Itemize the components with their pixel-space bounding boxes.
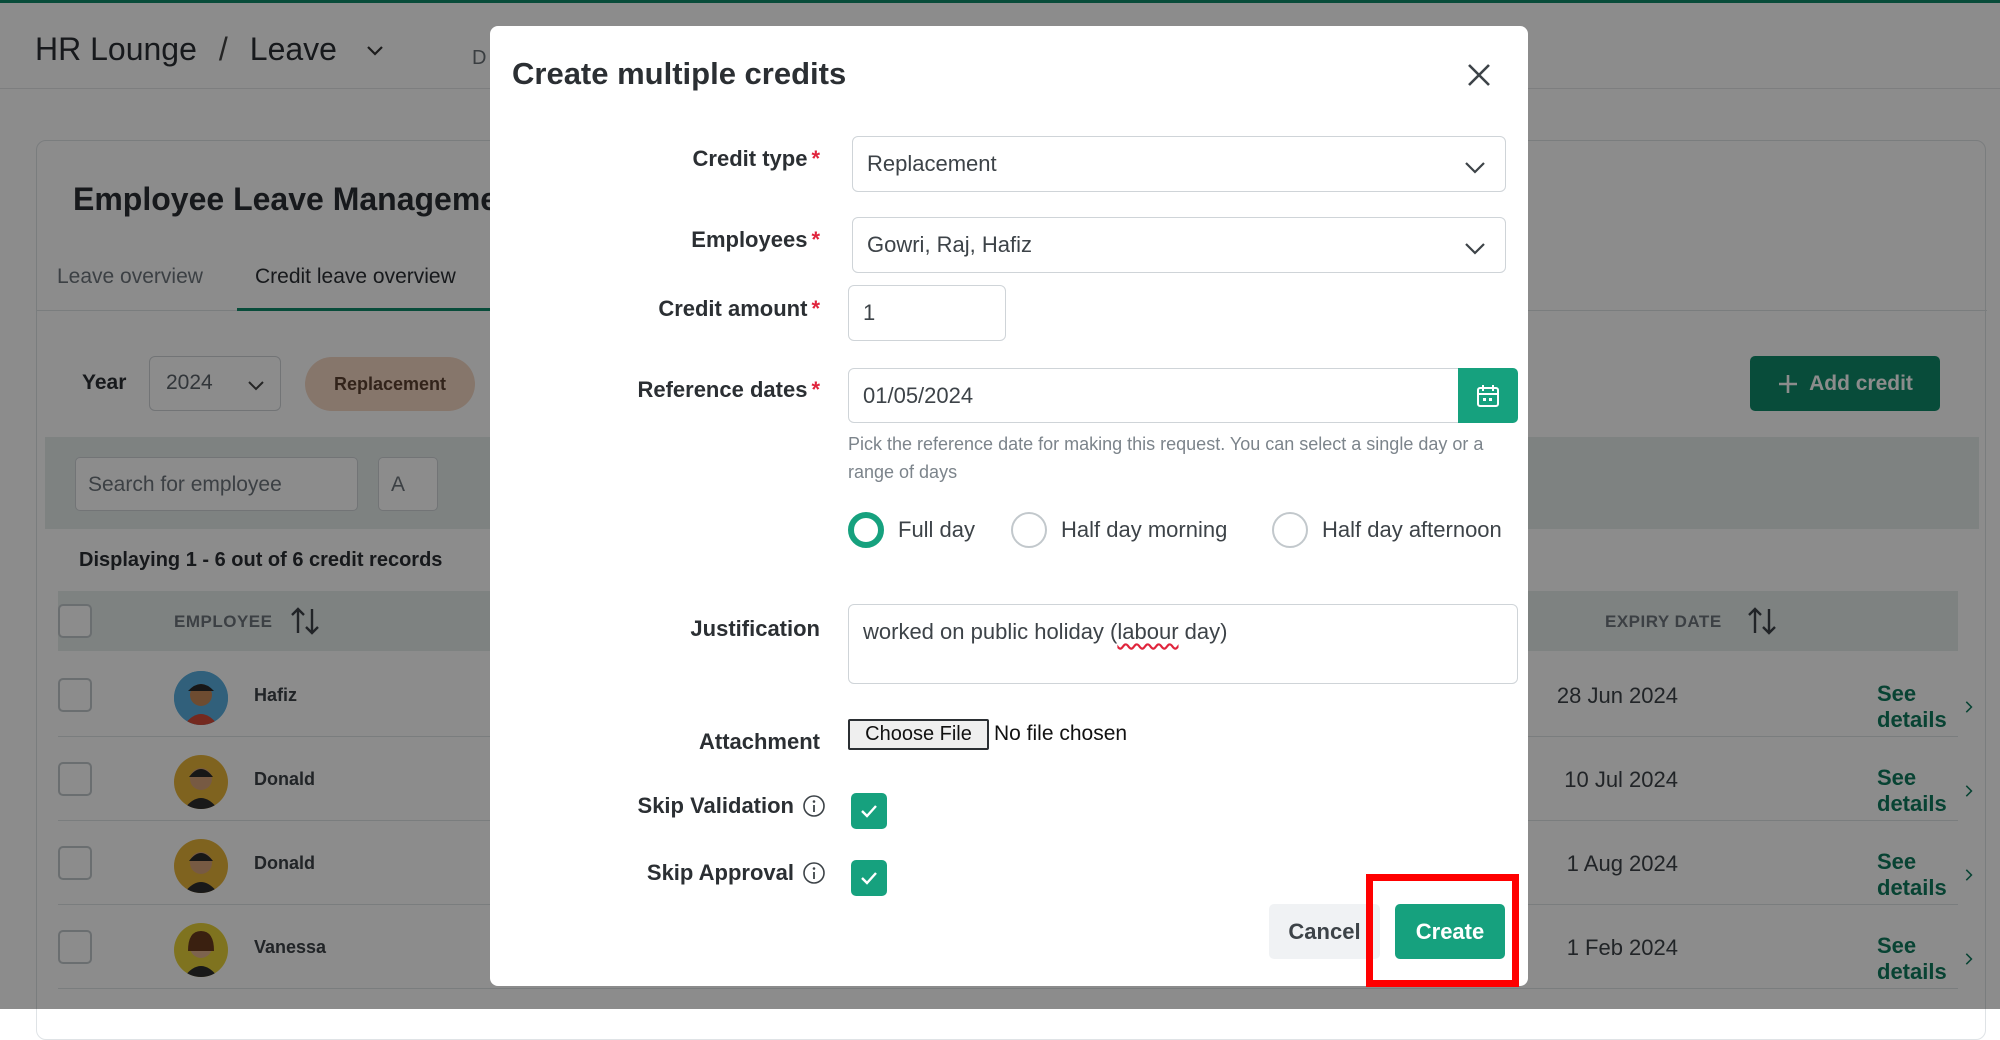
info-icon[interactable]: [802, 861, 826, 885]
radio-full-day[interactable]: Full day: [848, 512, 975, 548]
reference-dates-label: Reference dates *: [637, 377, 820, 402]
credit-type-value: Replacement: [867, 151, 997, 176]
radio-half-day-morning[interactable]: Half day morning: [1011, 512, 1227, 548]
checkmark-icon: [861, 872, 877, 885]
skip-approval-checkbox[interactable]: [851, 860, 887, 896]
credit-amount-label: Credit amount *: [658, 296, 820, 321]
create-button-highlight: [1366, 874, 1519, 987]
radio-label: Half day afternoon: [1322, 517, 1502, 542]
radio-label: Full day: [898, 517, 976, 542]
choose-file-button[interactable]: Choose File: [848, 719, 989, 750]
close-icon[interactable]: [1462, 58, 1496, 92]
justification-text: worked on public holiday (: [863, 619, 1118, 644]
info-icon[interactable]: [802, 794, 826, 818]
employees-select[interactable]: Gowri, Raj, Hafiz: [852, 217, 1506, 273]
radio-button[interactable]: [1272, 512, 1308, 548]
calendar-icon: [1477, 384, 1499, 407]
required-marker: *: [811, 296, 820, 321]
radio-half-day-afternoon[interactable]: Half day afternoon: [1272, 512, 1502, 548]
justification-label: Justification: [690, 616, 820, 641]
skip-validation-checkbox[interactable]: [851, 793, 887, 829]
justification-textarea[interactable]: worked on public holiday (labour day): [848, 604, 1518, 684]
radio-button[interactable]: [1011, 512, 1047, 548]
employees-label: Employees *: [691, 227, 820, 252]
calendar-button[interactable]: [1458, 368, 1518, 423]
skip-validation-label: Skip Validation: [637, 793, 794, 818]
credit-type-select[interactable]: Replacement: [852, 136, 1506, 192]
cancel-button[interactable]: Cancel: [1269, 904, 1380, 959]
required-marker: *: [811, 227, 820, 252]
dialog-title: Create multiple credits: [512, 56, 847, 91]
credit-amount-input[interactable]: 1: [848, 285, 1006, 341]
spellcheck-word: labour: [1117, 619, 1179, 644]
required-marker: *: [811, 146, 820, 171]
no-file-text: No file chosen: [994, 722, 1128, 745]
attachment-label: Attachment: [698, 729, 820, 754]
create-multiple-credits-dialog: Create multiple credits Credit type * Rep…: [490, 26, 1528, 986]
reference-dates-input[interactable]: 01/05/2024: [848, 368, 1460, 423]
credit-type-label: Credit type *: [692, 146, 820, 171]
required-marker: *: [811, 377, 820, 402]
radio-button[interactable]: [848, 512, 884, 548]
justification-text-end: day): [1178, 619, 1228, 644]
employees-value: Gowri, Raj, Hafiz: [867, 232, 1033, 257]
skip-approval-label: Skip Approval: [646, 860, 794, 885]
reference-dates-hint: Pick the reference date for making this …: [848, 434, 1484, 482]
radio-label: Half day morning: [1061, 517, 1228, 542]
checkmark-icon: [861, 805, 877, 818]
chevron-down-icon: [1465, 162, 1485, 174]
chevron-down-icon: [1465, 243, 1485, 255]
